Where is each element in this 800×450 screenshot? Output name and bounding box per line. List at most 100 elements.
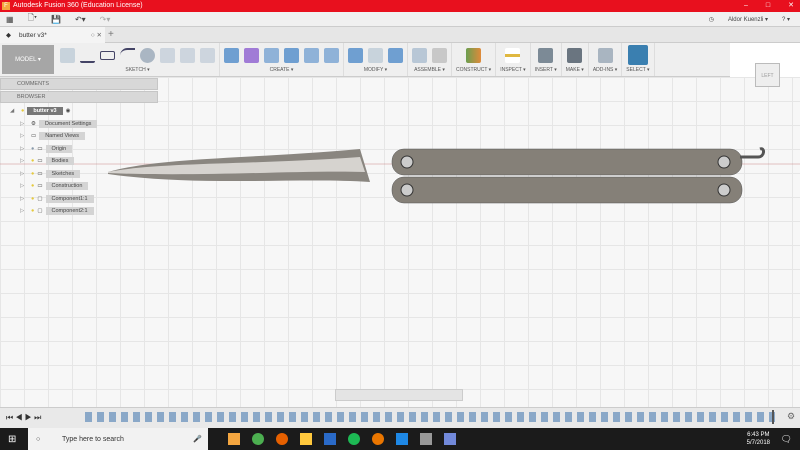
maximize-button[interactable]: □ [766,0,770,12]
mirror-body-icon[interactable] [284,47,299,63]
move-icon[interactable] [368,47,383,63]
browser-item-origin[interactable]: ▷ ● ▭ Origin [10,143,97,156]
offset-plane-icon[interactable] [466,47,482,63]
timeline-settings-gear-icon[interactable]: ⚙ [787,411,795,422]
inspect-menu[interactable]: INSPECT ▾ [500,67,525,73]
file-explorer-icon[interactable] [300,433,312,445]
start-button[interactable]: ⊞ [8,434,16,445]
expand-icon[interactable]: ▷ [20,196,28,202]
system-clock[interactable]: 6:43 PM 5/7/2018 [747,431,770,447]
insert-image-icon[interactable] [538,47,554,63]
discord-app-icon[interactable] [444,433,456,445]
chrome-app-icon[interactable] [252,433,264,445]
firefox-app-icon[interactable] [276,433,288,445]
app-icon[interactable] [420,433,432,445]
visibility-bulb-icon[interactable]: ● [31,146,34,152]
job-status-clock-icon[interactable]: ◷ [709,16,714,23]
app-c-icon[interactable] [396,433,408,445]
help-menu[interactable]: ? ▾ [782,16,790,23]
loft-icon[interactable] [324,47,339,63]
minimize-button[interactable]: – [744,0,748,12]
browser-item-component2[interactable]: ▷ ● ▢ Component2:1 [10,205,97,218]
redo-icon[interactable]: ↷▾ [100,15,111,24]
file-menu-icon[interactable]: 🗋▾ [28,12,37,26]
measure-icon[interactable] [505,47,521,63]
create-menu[interactable]: CREATE ▾ [270,67,294,73]
spotify-app-icon[interactable] [348,433,360,445]
new-tab-button[interactable]: + [108,29,114,40]
browser-item-component1[interactable]: ▷ ● ▢ Component1:1 [10,193,97,206]
timeline-playback-controls[interactable]: ⏮ ◀ ▶ ⏭ [6,413,41,423]
taskbar-search[interactable]: ○ Type here to search 🎤 [28,428,208,450]
revolve-icon[interactable] [264,47,279,63]
expand-icon[interactable]: ▷ [20,171,28,177]
modify-menu[interactable]: MODIFY ▾ [364,67,387,73]
line-icon[interactable] [80,48,95,63]
sketch-pattern-icon[interactable] [200,47,215,63]
visibility-bulb-icon[interactable]: ● [21,108,24,114]
expand-icon[interactable]: ◢ [10,108,18,114]
extrude-icon[interactable] [224,47,239,63]
microphone-icon[interactable]: 🎤 [193,435,202,443]
sweep-icon[interactable] [304,47,319,63]
assemble-menu[interactable]: ASSEMBLE ▾ [414,67,445,73]
form-icon[interactable] [244,47,259,63]
trim-icon[interactable] [160,47,175,63]
timeline-marker[interactable] [772,410,774,424]
expand-icon[interactable]: ▷ [20,158,28,164]
circle-icon[interactable] [140,47,155,63]
user-menu[interactable]: Aldor Kuenzli ▾ [728,16,768,23]
activate-radio-icon[interactable]: ◉ [66,108,71,114]
browser-item-sketches[interactable]: ▷ ● ▭ Sketches [10,168,97,181]
arc-icon[interactable] [120,47,135,63]
expand-icon[interactable]: ▷ [20,121,28,127]
sketch-menu[interactable]: SKETCH ▾ [125,67,149,73]
new-component-icon[interactable] [412,47,427,63]
browser-panel[interactable]: BROWSER [0,91,158,103]
browser-root[interactable]: ◢ ● butter v3 ◉ [10,105,97,118]
visibility-bulb-icon[interactable]: ● [31,196,34,202]
expand-icon[interactable]: ▷ [20,146,28,152]
close-tab-icon[interactable]: ○ ✕ [91,31,102,39]
tab-butter-v3[interactable]: ◆ butter v3* ○ ✕ [0,27,105,43]
fusion360-app-icon[interactable] [228,433,240,445]
construct-menu[interactable]: CONSTRUCT ▾ [456,67,491,73]
insert-menu[interactable]: INSERT ▾ [535,67,557,73]
butterfly-knife-model[interactable] [0,77,800,407]
pinned-apps[interactable] [228,433,456,445]
undo-icon[interactable]: ↶▾ [75,15,86,24]
comments-panel[interactable]: COMMENTS [0,78,158,90]
canvas-viewport[interactable]: LEFT [0,63,800,407]
create-sketch-icon[interactable] [60,47,75,63]
workspace-switcher[interactable]: MODEL ▾ [2,45,54,74]
timeline-features[interactable] [85,412,775,422]
browser-item-construction[interactable]: ▷ ● ▭ Construction [10,180,97,193]
rectangle-icon[interactable] [100,50,115,60]
blender-app-icon[interactable] [372,433,384,445]
expand-icon[interactable]: ▷ [20,133,28,139]
addins-menu[interactable]: ADD-INS ▾ [593,67,617,73]
timeline[interactable]: ⏮ ◀ ▶ ⏭ ⚙ [0,407,800,428]
select-menu[interactable]: SELECT ▾ [626,67,649,73]
data-panel-grid-icon[interactable]: ▦ [6,15,14,24]
3d-print-icon[interactable] [567,47,583,63]
mirror-icon[interactable] [180,47,195,63]
navigation-bar[interactable] [335,389,463,401]
visibility-bulb-icon[interactable]: ● [31,208,34,214]
make-menu[interactable]: MAKE ▾ [566,67,584,73]
expand-icon[interactable]: ▷ [20,208,28,214]
expand-icon[interactable]: ▷ [20,183,28,189]
select-icon[interactable] [627,45,648,65]
visibility-bulb-icon[interactable]: ● [31,183,34,189]
close-button[interactable]: ✕ [788,0,794,12]
browser-item-bodies[interactable]: ▷ ● ▭ Bodies [10,155,97,168]
save-icon[interactable]: 💾 [51,15,61,24]
joint-icon[interactable] [432,47,447,63]
browser-item-document-settings[interactable]: ▷ ⚙ Document Settings [10,118,98,131]
browser-item-named-views[interactable]: ▷ ▭ Named Views [10,130,97,143]
viewcube[interactable]: LEFT [755,63,780,87]
store-app-icon[interactable] [324,433,336,445]
action-center-icon[interactable]: 🗨 [781,434,792,445]
scripts-addins-icon[interactable] [597,47,613,63]
visibility-bulb-icon[interactable]: ● [31,171,34,177]
